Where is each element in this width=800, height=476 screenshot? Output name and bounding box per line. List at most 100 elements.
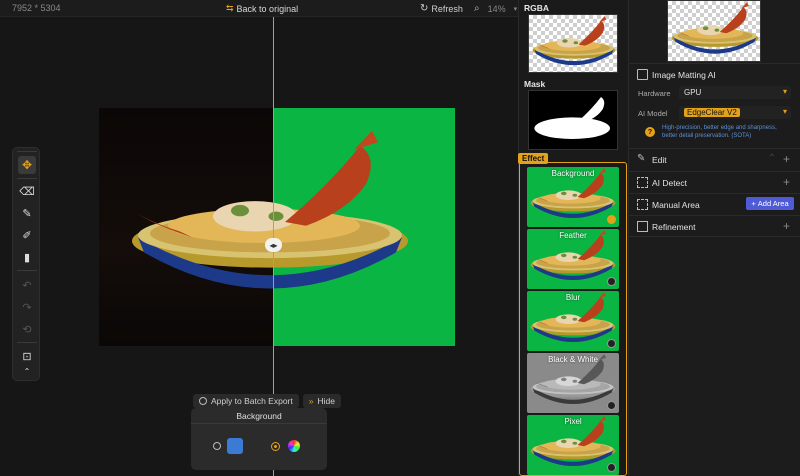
effect-label: Blur <box>565 293 581 302</box>
model-description: High-precision, better edge and sharpnes… <box>662 125 777 139</box>
panel-divider <box>191 423 327 424</box>
plus-icon: + <box>751 199 756 208</box>
edit-label: Edit <box>652 155 667 165</box>
image-icon <box>227 438 243 454</box>
image-dimensions: 7952 * 5304 <box>12 3 61 13</box>
pencil-icon: ✎ <box>22 207 32 220</box>
toolbar-divider <box>17 178 37 179</box>
apply-to-batch-export-label: Apply to Batch Export <box>211 396 293 406</box>
undo-icon: ↶ <box>22 279 32 292</box>
help-icon[interactable]: ? <box>645 127 655 137</box>
chevron-down-icon: ▾ <box>782 87 787 96</box>
split-handle[interactable]: ◂▸ <box>265 238 282 252</box>
reset-icon: ⟲ <box>22 323 32 336</box>
redo-button[interactable]: ↷ <box>18 298 36 316</box>
effect-radio[interactable] <box>607 277 616 286</box>
eraser-icon: ⌫ <box>19 185 35 198</box>
color-background-option[interactable] <box>271 438 302 454</box>
chevron-up-icon: ⌃ <box>23 366 31 376</box>
collapse-toolbar-button[interactable]: ⌃ <box>18 365 36 377</box>
mask-label: Mask <box>524 79 546 89</box>
mask-thumbnail[interactable] <box>528 90 618 150</box>
dish-image <box>132 130 408 289</box>
split-view-icon: ⇆ <box>226 3 234 13</box>
image-matting-section-header: Image Matting AI <box>628 63 800 85</box>
zoom-level[interactable]: 14% <box>488 4 506 14</box>
effect-radio[interactable] <box>607 339 616 348</box>
effect-selected-check[interactable] <box>607 215 616 224</box>
toolbar-divider <box>17 270 37 271</box>
add-area-button[interactable]: + Add Area <box>746 197 794 210</box>
move-tool[interactable]: ✥ <box>18 156 36 174</box>
hide-button[interactable]: » Hide <box>302 394 341 408</box>
effect-label: Pixel <box>564 417 582 426</box>
image-matting-icon <box>637 69 648 80</box>
image-background-option[interactable] <box>213 438 243 454</box>
preview-dish <box>671 2 759 54</box>
effect-radio[interactable] <box>607 463 616 472</box>
rgba-thumbnail[interactable] <box>528 14 618 73</box>
reset-button[interactable]: ⟲ <box>18 320 36 338</box>
effect-background[interactable]: Background <box>527 167 619 227</box>
top-bar: 7952 * 5304 ⇆ Back to original ↻ Refresh… <box>0 0 518 17</box>
refresh-icon: ↻ <box>420 3 429 14</box>
ai-detect-section[interactable]: AI Detect + <box>628 171 800 193</box>
back-to-original-label: Back to original <box>236 3 299 14</box>
undo-button[interactable]: ↶ <box>18 276 36 294</box>
toolbar-divider <box>17 151 37 152</box>
expand-plus-icon[interactable]: + <box>783 175 790 189</box>
pencil-tool[interactable]: ✎ <box>18 204 36 222</box>
hardware-label: Hardware <box>638 89 671 98</box>
background-panel-title: Background <box>236 411 282 421</box>
effect-pixel[interactable]: Pixel <box>527 415 619 475</box>
edit-icon: ✎ <box>637 153 646 164</box>
rgba-dish <box>532 16 616 66</box>
edit-section[interactable]: ✎ Edit ⌃ + <box>628 148 800 170</box>
refinement-label: Refinement <box>652 222 696 232</box>
fit-screen-icon: ⊡ <box>22 350 32 363</box>
brush-icon: ✐ <box>22 229 32 242</box>
search-icon[interactable]: ⌕ <box>474 3 480 14</box>
fit-screen-button[interactable]: ⊡ <box>18 347 36 365</box>
expand-plus-icon[interactable]: + <box>783 152 790 166</box>
refresh-button[interactable]: ↻ Refresh <box>420 3 463 14</box>
mask-shape <box>534 97 610 139</box>
manual-area-label: Manual Area <box>652 200 700 210</box>
left-toolbar: ✥ ⌫ ✎ ✐ ▮ ↶ ↷ ⟲ ⊡ ⌃ <box>12 147 40 381</box>
effect-label: Black & White <box>548 355 598 364</box>
eraser-tool[interactable]: ⌫ <box>18 182 36 200</box>
chevron-down-icon[interactable]: ▾ <box>514 5 518 13</box>
hardware-select[interactable]: GPU ▾ <box>679 86 791 99</box>
background-panel: Background <box>191 408 327 470</box>
refinement-section[interactable]: Refinement + <box>628 215 800 237</box>
ai-model-select[interactable]: EdgeClear V2 ▾ <box>679 106 791 119</box>
hardware-value: GPU <box>684 88 702 97</box>
add-area-label: Add Area <box>757 199 789 208</box>
double-chevron-down-icon: » <box>308 396 314 406</box>
reset-icon[interactable]: ⌃ <box>768 153 776 164</box>
effect-black-white[interactable]: Black & White <box>527 353 619 413</box>
effect-blur[interactable]: Blur <box>527 291 619 351</box>
brush-tool[interactable]: ✐ <box>18 226 36 244</box>
paint-roller-tool[interactable]: ▮ <box>18 248 36 266</box>
back-to-original-button[interactable]: ⇆ Back to original <box>226 3 298 14</box>
effect-label: Feather <box>559 231 587 240</box>
apply-to-batch-export-toggle[interactable]: Apply to Batch Export <box>193 394 299 408</box>
drag-arrows-icon: ◂▸ <box>269 240 278 250</box>
hide-label: Hide <box>317 396 335 406</box>
radio-selected[interactable] <box>271 441 280 451</box>
effect-radio[interactable] <box>607 401 616 410</box>
preview-thumbnail <box>667 0 761 62</box>
background-options-bar: Apply to Batch Export » Hide <box>193 394 341 408</box>
radio-unselected[interactable] <box>213 442 221 450</box>
refinement-icon <box>637 221 648 232</box>
effect-feather[interactable]: Feather <box>527 229 619 289</box>
ai-detect-icon <box>637 177 648 188</box>
ai-model-label: AI Model <box>638 109 668 118</box>
radio-circle-icon <box>199 397 207 405</box>
ai-detect-label: AI Detect <box>652 178 687 188</box>
toolbar-divider <box>17 342 37 343</box>
expand-plus-icon[interactable]: + <box>783 219 790 233</box>
rgba-label: RGBA <box>524 3 550 13</box>
paint-roller-icon: ▮ <box>23 251 31 264</box>
